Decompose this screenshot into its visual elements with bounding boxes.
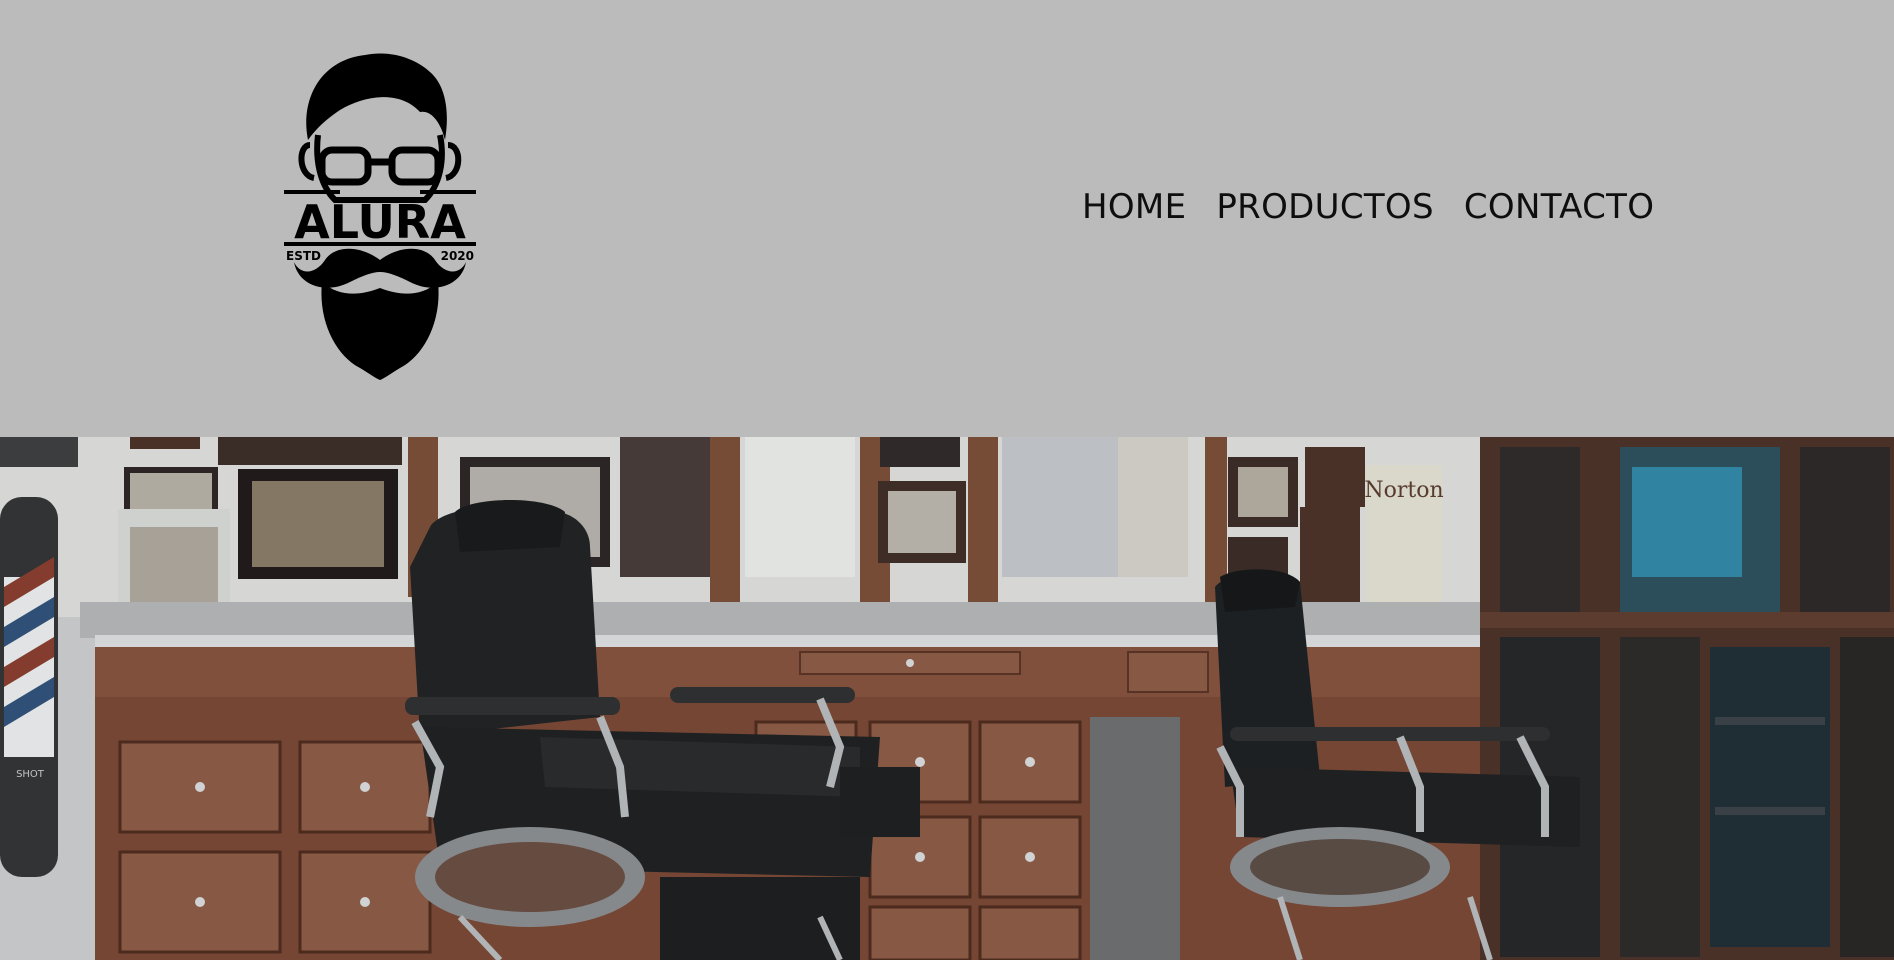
bearded-man-logo-icon: ALURA ESTD 2020: [284, 53, 476, 380]
hero-barbershop-image: Norton SHOT: [0, 437, 1894, 960]
main-nav: HOME PRODUCTOS CONTACTO: [1082, 187, 1654, 227]
logo-brand-text: ALURA: [294, 195, 466, 249]
nav-link-home[interactable]: HOME: [1082, 187, 1186, 227]
alura-logo[interactable]: ALURA ESTD 2020: [280, 50, 480, 380]
nav-link-contacto[interactable]: CONTACTO: [1464, 187, 1654, 227]
logo-year-text: 2020: [441, 249, 474, 263]
nav-link-productos[interactable]: PRODUCTOS: [1216, 187, 1434, 227]
site-header: ALURA ESTD 2020 HOME PRODUCTOS CONTACTO: [0, 0, 1894, 437]
logo-estd-text: ESTD: [286, 249, 321, 263]
